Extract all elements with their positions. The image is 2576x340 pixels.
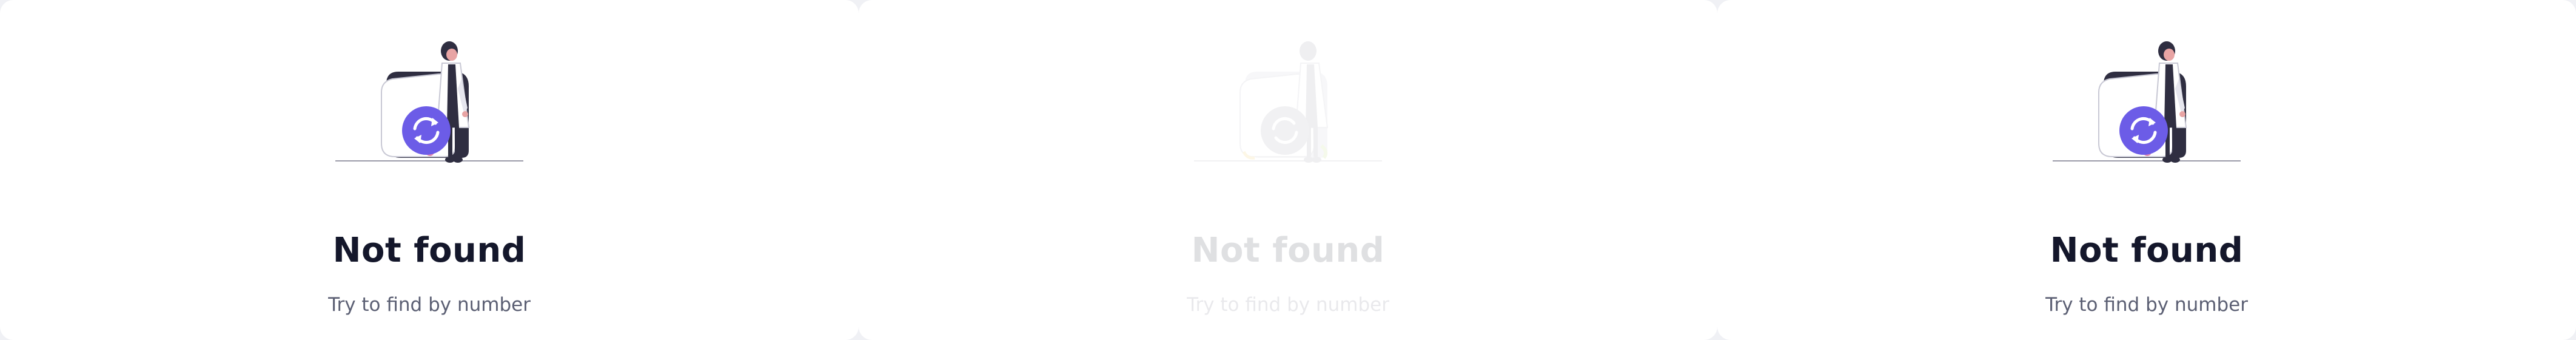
empty-state-title: Not found: [332, 231, 526, 270]
empty-state-panel-2: Not found Try to find by number: [859, 0, 1717, 340]
not-found-strip: Not found Try to find by number Not foun…: [0, 0, 2576, 340]
not-found-illustration: [335, 41, 523, 163]
empty-state-panel-3: Not found Try to find by number: [1717, 0, 2576, 340]
empty-state-subtitle: Try to find by number: [2045, 294, 2248, 316]
empty-state-panel-1: Not found Try to find by number: [0, 0, 859, 340]
empty-state-subtitle: Try to find by number: [1187, 294, 1389, 316]
empty-state-title: Not found: [2050, 231, 2244, 270]
not-found-illustration: [2053, 41, 2241, 163]
empty-state-subtitle: Try to find by number: [328, 294, 531, 316]
not-found-illustration: [1194, 41, 1382, 163]
empty-state-title: Not found: [1191, 231, 1385, 270]
